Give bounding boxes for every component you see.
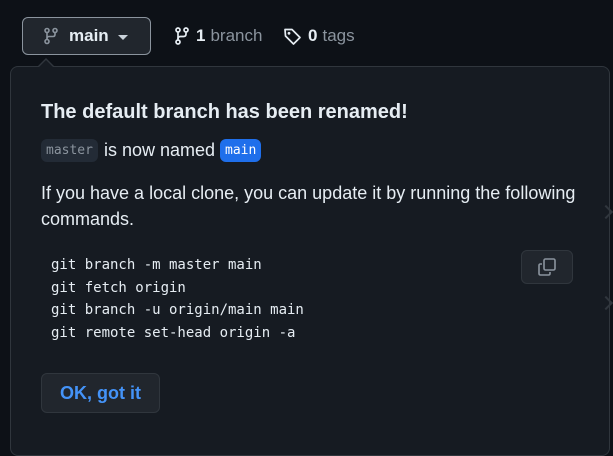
git-branch-icon	[174, 26, 190, 46]
repo-toolbar: main 1 branch 0 tags	[0, 0, 613, 66]
popover-arrow-fill	[38, 59, 54, 68]
copy-icon	[537, 257, 557, 277]
popover-title: The default branch has been renamed!	[41, 101, 408, 123]
branch-count: 1	[196, 26, 206, 45]
command-line: git branch -u origin/main main	[51, 302, 304, 318]
triangle-down-icon	[117, 34, 128, 40]
tags-link[interactable]: 0 tags	[283, 26, 355, 46]
old-branch-name: master	[41, 139, 98, 162]
new-branch-name: main	[220, 139, 262, 162]
copy-commands-button[interactable]	[521, 250, 573, 284]
renamed-text: is now named	[103, 140, 216, 160]
git-branch-icon	[43, 27, 59, 45]
ok-got-it-button[interactable]: OK, got it	[41, 373, 160, 413]
renamed-message: master is now named main	[41, 139, 262, 162]
tag-icon	[283, 27, 302, 46]
update-instructions: If you have a local clone, you can updat…	[41, 183, 576, 229]
command-line: git fetch origin	[51, 279, 186, 296]
tag-count-label: tags	[322, 26, 355, 45]
command-line: git remote set-head origin -a	[51, 324, 296, 341]
branches-link[interactable]: 1 branch	[174, 26, 262, 46]
current-branch-label: main	[69, 26, 109, 45]
tag-count: 0	[308, 26, 318, 45]
command-line: git branch -m master main	[51, 257, 262, 273]
branch-select-button[interactable]: main	[22, 17, 151, 55]
branch-count-label: branch	[210, 26, 263, 45]
command-block: git branch -m master main git fetch origi…	[51, 254, 304, 344]
